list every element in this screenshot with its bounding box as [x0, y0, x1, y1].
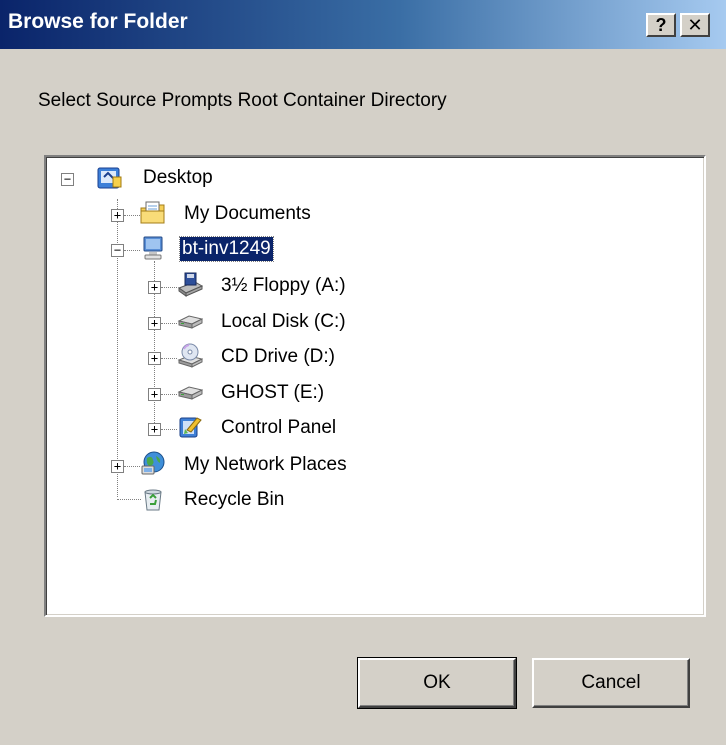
expand-toggle[interactable]: +	[111, 209, 124, 222]
tree-item-label: My Documents	[184, 203, 311, 224]
cancel-button[interactable]: Cancel	[532, 658, 690, 708]
tree-item-label: Desktop	[143, 167, 213, 188]
tree-item-label: GHOST (E:)	[221, 382, 325, 403]
tree-connector	[161, 429, 177, 430]
desktop-icon	[97, 165, 123, 191]
collapse-toggle[interactable]: −	[111, 244, 124, 257]
folder-documents-icon	[140, 200, 166, 226]
tree-item-label: CD Drive (D:)	[221, 346, 335, 367]
dialog-prompt: Select Source Prompts Root Container Dir…	[38, 90, 447, 111]
collapse-toggle[interactable]: −	[61, 173, 74, 186]
folder-tree[interactable]: − Desktop + My Documents − bt-inv1249 + …	[44, 155, 706, 617]
tree-connector	[117, 499, 141, 500]
tree-item-label: Recycle Bin	[184, 489, 285, 510]
expand-toggle[interactable]: +	[148, 317, 161, 330]
help-button[interactable]: ?	[646, 13, 676, 37]
expand-toggle[interactable]: +	[148, 281, 161, 294]
hard-disk-icon	[177, 379, 204, 405]
cd-drive-icon	[177, 343, 204, 369]
tree-connector	[161, 394, 177, 395]
tree-connector	[124, 466, 140, 467]
window-title: Browse for Folder	[8, 10, 188, 33]
expand-toggle[interactable]: +	[148, 423, 161, 436]
ok-button[interactable]: OK	[357, 657, 517, 709]
control-panel-icon	[177, 414, 203, 440]
expand-toggle[interactable]: +	[148, 352, 161, 365]
tree-item-label: Local Disk (C:)	[221, 311, 346, 332]
tree-connector	[161, 358, 177, 359]
hard-disk-icon	[177, 308, 204, 334]
tree-item-label: 3½ Floppy (A:)	[221, 275, 346, 296]
close-button[interactable]: ✕	[680, 13, 710, 37]
tree-connector	[161, 287, 177, 288]
floppy-drive-icon	[177, 272, 204, 298]
title-bar[interactable]: Browse for Folder ? ✕	[0, 0, 726, 49]
computer-icon	[140, 235, 166, 261]
tree-connector	[124, 250, 140, 251]
tree-connector	[161, 323, 177, 324]
recycle-bin-icon	[140, 486, 166, 512]
network-places-icon	[140, 451, 166, 477]
tree-item-label: Control Panel	[221, 417, 337, 438]
expand-toggle[interactable]: +	[148, 388, 161, 401]
tree-item-label: My Network Places	[184, 454, 347, 475]
tree-item-label: bt-inv1249	[179, 236, 274, 262]
expand-toggle[interactable]: +	[111, 460, 124, 473]
tree-connector	[124, 215, 140, 216]
